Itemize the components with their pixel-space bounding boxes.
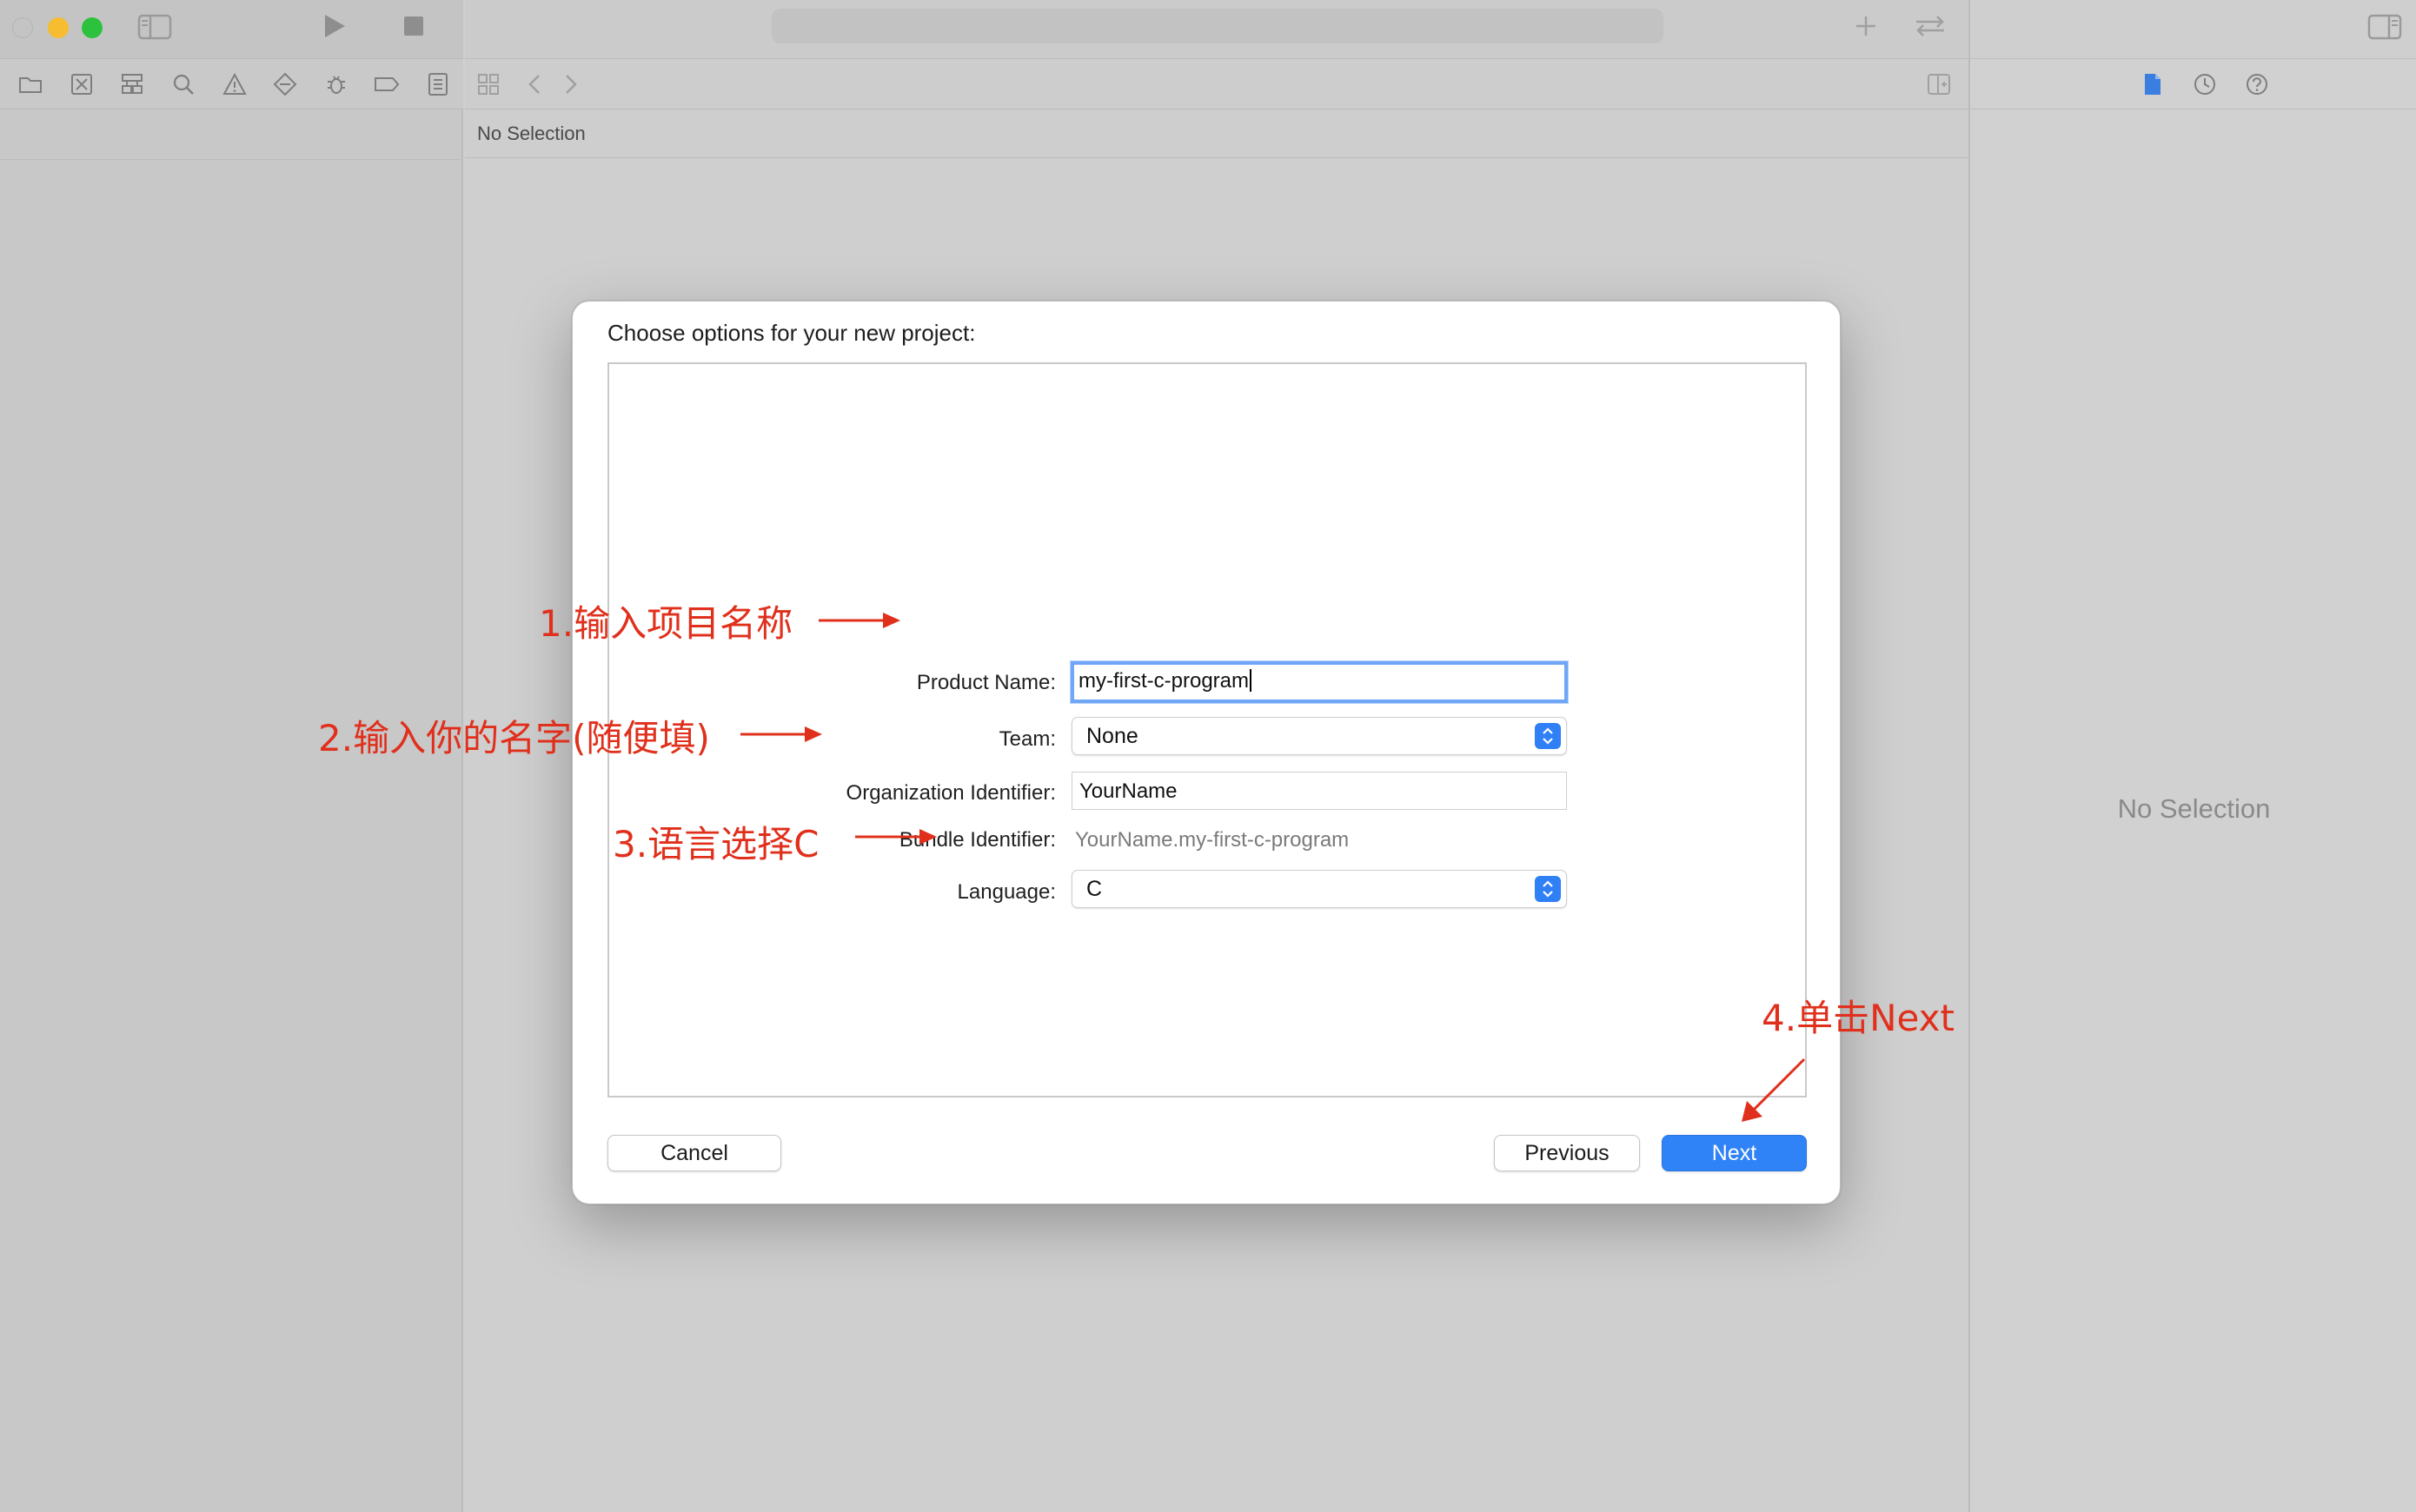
xcode-window: No Selection No Selection Choose options… [0, 0, 2416, 1512]
back-chevron-icon[interactable] [528, 73, 541, 96]
product-name-label: Product Name: [916, 671, 1056, 694]
product-name-value: my-first-c-program [1079, 669, 1249, 693]
report-icon[interactable] [413, 59, 464, 109]
org-id-field[interactable]: YourName [1072, 772, 1567, 810]
issue-icon[interactable] [209, 59, 260, 109]
org-id-value: YourName [1079, 779, 1178, 803]
stop-icon[interactable] [403, 16, 424, 36]
annotation-arrow-3 [855, 829, 937, 845]
editor-toolbar [465, 59, 1968, 109]
folder-icon[interactable] [5, 59, 56, 109]
minimize-window-button[interactable] [48, 17, 69, 38]
navigator-filter-area [0, 109, 463, 160]
popup-chevrons-icon [1535, 723, 1561, 749]
zoom-window-button[interactable] [82, 17, 103, 38]
related-items-icon[interactable] [477, 73, 500, 96]
jump-bar: No Selection [465, 109, 1968, 158]
language-value: C [1086, 877, 1103, 901]
annotation-arrow-1 [819, 613, 900, 628]
run-icon[interactable] [322, 12, 348, 40]
language-label: Language: [957, 880, 1056, 904]
history-icon[interactable] [2179, 72, 2231, 96]
bundle-id-value: YourName.my-first-c-program [1075, 828, 1350, 852]
annotation-arrow-2 [740, 726, 822, 742]
inspector-toggle-icon[interactable] [2367, 14, 2402, 40]
inspector-area: No Selection [1968, 0, 2416, 1512]
navigator-selector-bar [0, 59, 463, 109]
breakpoint-icon[interactable] [362, 59, 413, 109]
inspector-no-selection: No Selection [2117, 793, 2271, 824]
title-bar-left [0, 0, 463, 59]
annotation-step2: 2.输入你的名字(随便填) [318, 717, 710, 759]
previous-button[interactable]: Previous [1494, 1135, 1640, 1171]
title-bar-right [1970, 0, 2416, 59]
cancel-button[interactable]: Cancel [607, 1135, 781, 1171]
team-value: None [1086, 724, 1138, 748]
inspector-selector-bar [1970, 59, 2416, 109]
popup-chevrons-icon [1535, 876, 1561, 902]
new-project-options-dialog: Choose options for your new project: Pro… [572, 301, 1841, 1204]
annotation-step4: 4.单击Next [1762, 997, 1955, 1039]
source-control-icon[interactable] [56, 59, 108, 109]
debug-icon[interactable] [310, 59, 362, 109]
dialog-title: Choose options for your new project: [607, 320, 976, 346]
title-bar-center [465, 0, 1968, 59]
close-window-button[interactable] [12, 17, 33, 38]
annotation-arrow-4 [1742, 1058, 1806, 1122]
text-caret [1250, 669, 1251, 692]
file-inspector-icon[interactable] [2127, 72, 2179, 96]
jump-bar-text: No Selection [477, 123, 586, 144]
team-popup[interactable]: None [1072, 717, 1567, 755]
language-popup[interactable]: C [1072, 870, 1567, 908]
annotation-step3: 3.语言选择C [613, 823, 820, 865]
find-icon[interactable] [158, 59, 209, 109]
annotation-step1: 1.输入项目名称 [539, 602, 793, 645]
sidebar-toggle-icon[interactable] [137, 14, 172, 40]
help-icon[interactable] [2231, 72, 2283, 96]
code-review-icon[interactable] [1913, 14, 1948, 38]
product-name-field[interactable]: my-first-c-program [1071, 661, 1568, 703]
test-icon[interactable] [260, 59, 311, 109]
symbol-icon[interactable] [107, 59, 158, 109]
activity-viewer [772, 9, 1663, 43]
next-button[interactable]: Next [1662, 1135, 1807, 1171]
add-editor-icon[interactable] [1927, 73, 1951, 96]
org-id-label: Organization Identifier: [846, 781, 1056, 805]
add-icon[interactable] [1854, 14, 1878, 38]
forward-chevron-icon[interactable] [564, 73, 578, 96]
